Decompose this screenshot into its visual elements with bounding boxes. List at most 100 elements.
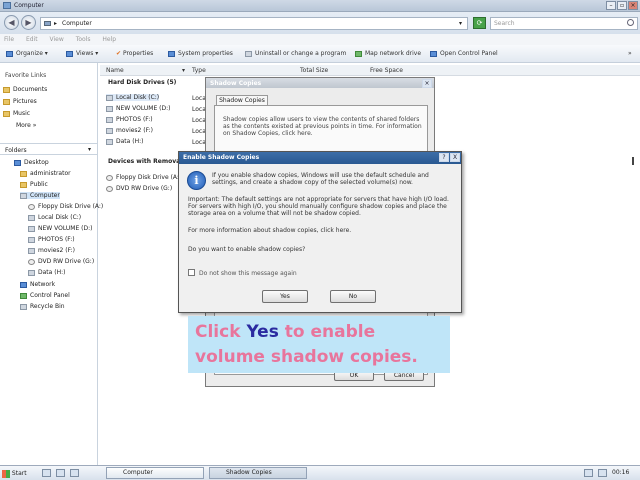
menu-help[interactable]: Help — [102, 36, 116, 43]
callout-suffix: to enable — [284, 322, 376, 342]
drive-icon — [106, 127, 113, 134]
enable-dialog-titlebar: Enable Shadow Copies ? X — [179, 152, 461, 164]
shadow-copies-close-button[interactable]: × — [422, 79, 432, 88]
tree-dvd-rw-g[interactable]: DVD RW Drive (G:) — [28, 258, 94, 265]
column-name-sort-icon[interactable]: ▾ — [182, 67, 185, 74]
enable-dialog-close-button[interactable]: X — [450, 153, 460, 162]
start-button[interactable]: Start — [2, 468, 34, 479]
pane-splitter[interactable] — [632, 157, 634, 165]
map-network-drive-button[interactable]: Map network drive — [355, 50, 421, 57]
drive-item[interactable]: Local Disk (C:) — [106, 94, 160, 101]
removable-label: DVD RW Drive (G:) — [116, 185, 173, 192]
do-not-show-checkbox[interactable] — [188, 269, 195, 276]
tree-computer[interactable]: Computer — [20, 192, 60, 199]
yes-button[interactable]: Yes — [262, 290, 308, 303]
tree-photos-f[interactable]: PHOTOS (F:) — [28, 236, 75, 243]
tree-recycle-bin-label: Recycle Bin — [30, 303, 65, 310]
quicklaunch-explorer-icon[interactable] — [42, 469, 51, 477]
refresh-button[interactable]: ⟳ — [473, 17, 486, 29]
quicklaunch-desktop-icon[interactable] — [56, 469, 65, 477]
removable-label: Floppy Disk Drive (A:) — [116, 174, 182, 181]
menu-view[interactable]: View — [50, 36, 64, 43]
address-field[interactable]: ▸ Computer ▾ — [40, 17, 468, 30]
favorite-music[interactable]: Music — [3, 110, 30, 117]
enable-dialog-more-info[interactable]: For more information about shadow copies… — [188, 227, 454, 234]
favorite-more[interactable]: More » — [16, 122, 36, 129]
search-icon[interactable] — [627, 19, 634, 26]
shadow-copies-description: Shadow copies allow users to view the co… — [223, 116, 422, 137]
views-button[interactable]: Views ▾ — [66, 50, 98, 57]
column-name[interactable]: Name — [106, 67, 124, 74]
tree-photos-f-label: PHOTOS (F:) — [38, 236, 75, 243]
tree-new-volume-d[interactable]: NEW VOLUME (D:) — [28, 225, 92, 232]
group-hard-disk-drives[interactable]: Hard Disk Drives (5) — [108, 79, 176, 86]
folders-header-bar[interactable]: Folders ▾ — [0, 143, 97, 155]
tree-data-h[interactable]: Data (H:) — [28, 269, 65, 276]
tree-administrator[interactable]: administrator — [20, 170, 71, 177]
column-total-size[interactable]: Total Size — [300, 67, 328, 74]
shadow-copies-titlebar: Shadow Copies × — [206, 78, 434, 88]
forward-button[interactable]: ▶ — [21, 15, 36, 30]
menu-file[interactable]: File — [4, 36, 14, 43]
tree-local-disk-c[interactable]: Local Disk (C:) — [28, 214, 81, 221]
system-properties-button[interactable]: System properties — [168, 50, 233, 57]
address-dropdown-icon[interactable]: ▾ — [459, 20, 462, 27]
tree-floppy[interactable]: Floppy Disk Drive (A:) — [28, 203, 103, 210]
removable-item[interactable]: Floppy Disk Drive (A:) — [106, 174, 181, 181]
tree-dvd-rw-g-label: DVD RW Drive (G:) — [38, 258, 95, 265]
tree-movies2-f[interactable]: movies2 (F:) — [28, 247, 75, 254]
folders-collapse-icon[interactable]: ▾ — [88, 146, 91, 153]
drive-icon — [106, 138, 113, 145]
drive-item[interactable]: NEW VOLUME (D:) — [106, 105, 170, 112]
toolbar-overflow-icon[interactable]: » — [628, 50, 632, 57]
window-titlebar: Computer – ▫ × — [0, 0, 640, 12]
enable-dialog-question: Do you want to enable shadow copies? — [188, 246, 306, 253]
no-button[interactable]: No — [330, 290, 376, 303]
properties-button[interactable]: ✔ Properties — [116, 50, 153, 57]
address-toolbar: ◀ ▶ ▸ Computer ▾ ⟳ Search — [0, 12, 640, 34]
desktop-icon — [14, 159, 21, 166]
tree-recycle-bin[interactable]: Recycle Bin — [20, 303, 65, 310]
organize-button[interactable]: Organize ▾ — [6, 50, 48, 57]
recycle-bin-icon — [20, 303, 27, 310]
open-control-panel-button[interactable]: Open Control Panel — [430, 50, 498, 57]
menu-tools[interactable]: Tools — [76, 36, 91, 43]
tray-network-icon[interactable] — [584, 469, 593, 477]
drive-label: NEW VOLUME (D:) — [116, 105, 171, 112]
minimize-button[interactable]: – — [606, 1, 616, 10]
back-button[interactable]: ◀ — [4, 15, 19, 30]
maximize-button[interactable]: ▫ — [617, 1, 627, 10]
folders-header: Folders — [5, 147, 27, 154]
close-button[interactable]: × — [628, 1, 638, 10]
checkmark-icon: ✔ — [116, 50, 123, 57]
tree-network[interactable]: Network — [20, 281, 55, 288]
drive-item[interactable]: movies2 (F:) — [106, 127, 153, 134]
quicklaunch-ie-icon[interactable] — [70, 469, 79, 477]
tree-desktop[interactable]: Desktop — [14, 159, 49, 166]
uninstall-button[interactable]: Uninstall or change a program — [245, 50, 346, 57]
search-input[interactable]: Search — [490, 17, 638, 30]
help-button[interactable]: ? — [439, 153, 449, 162]
column-type[interactable]: Type — [192, 67, 206, 74]
favorite-documents[interactable]: Documents — [3, 86, 47, 93]
uninstall-label: Uninstall or change a program — [255, 50, 347, 57]
system-properties-label: System properties — [178, 50, 233, 57]
organize-icon — [6, 50, 13, 57]
tray-volume-icon[interactable] — [598, 469, 607, 477]
taskbar-item-shadow-copies[interactable]: Shadow Copies — [209, 467, 307, 479]
favorite-music-label: Music — [13, 110, 31, 117]
drive-item[interactable]: Data (H:) — [106, 138, 143, 145]
drive-item[interactable]: PHOTOS (F:) — [106, 116, 153, 123]
tree-floppy-label: Floppy Disk Drive (A:) — [38, 203, 104, 210]
removable-item[interactable]: DVD RW Drive (G:) — [106, 185, 172, 192]
favorite-pictures[interactable]: Pictures — [3, 98, 37, 105]
tree-public[interactable]: Public — [20, 181, 48, 188]
menu-edit[interactable]: Edit — [26, 36, 38, 43]
open-control-panel-label: Open Control Panel — [440, 50, 498, 57]
taskbar-item-computer[interactable]: Computer — [106, 467, 204, 479]
clock[interactable]: 00:16 — [612, 469, 629, 476]
properties-label: Properties — [122, 50, 154, 57]
column-free-space[interactable]: Free Space — [370, 67, 403, 74]
do-not-show-label[interactable]: Do not show this message again — [199, 270, 297, 277]
tree-control-panel[interactable]: Control Panel — [20, 292, 70, 299]
